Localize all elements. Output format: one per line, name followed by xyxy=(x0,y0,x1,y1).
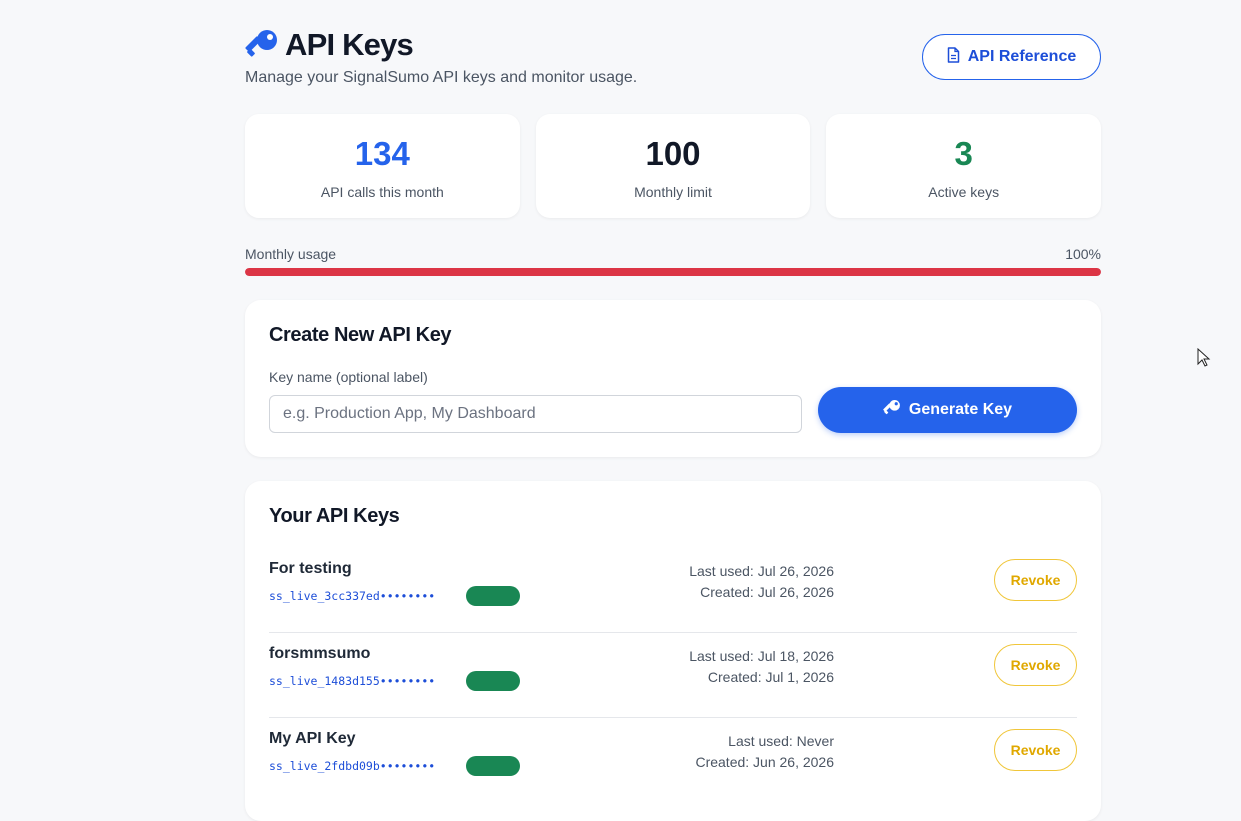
key-name-label: Key name (optional label) xyxy=(269,369,428,385)
key-name: For testing xyxy=(269,560,352,577)
create-key-card: Create New API Key Key name (optional la… xyxy=(245,300,1101,457)
key-meta: Last used: Jul 26, 2026 Created: Jul 26,… xyxy=(689,561,834,603)
key-name: My API Key xyxy=(269,730,356,747)
key-icon xyxy=(883,399,901,422)
usage-progress-fill xyxy=(245,268,1101,276)
key-icon xyxy=(245,28,279,62)
document-icon xyxy=(947,46,960,68)
key-row: For testing ss_live_3cc337ed•••••••• Las… xyxy=(269,548,1077,633)
stat-value: 100 xyxy=(645,134,701,172)
revoke-button[interactable]: Revoke xyxy=(994,559,1077,601)
mouse-cursor-icon xyxy=(1197,347,1211,373)
status-badge xyxy=(466,756,520,776)
stat-card-active-keys: 3 Active keys xyxy=(826,114,1102,218)
status-badge xyxy=(466,671,520,691)
usage-label: Monthly usage xyxy=(245,246,337,262)
last-used-text: Last used: Jul 18, 2026 xyxy=(689,648,834,664)
generate-key-label: Generate Key xyxy=(908,401,1013,418)
stats-row: 134 API calls this month 100 Monthly lim… xyxy=(245,114,1102,218)
page-title: API Keys xyxy=(285,27,414,62)
revoke-button[interactable]: Revoke xyxy=(994,729,1077,771)
last-used-text: Last used: Never xyxy=(728,733,834,749)
key-prefix: ss_live_1483d155•••••••• xyxy=(269,674,436,688)
key-row: My API Key ss_live_2fdbd09b•••••••• Last… xyxy=(269,718,1077,803)
api-reference-label: API Reference xyxy=(967,48,1077,65)
api-reference-button[interactable]: API Reference xyxy=(922,34,1101,80)
key-meta: Last used: Jul 18, 2026 Created: Jul 1, … xyxy=(689,646,834,688)
api-keys-card: Your API Keys For testing ss_live_3cc337… xyxy=(245,481,1101,821)
usage-labels: Monthly usage 100% xyxy=(245,246,1101,262)
key-prefix: ss_live_3cc337ed•••••••• xyxy=(269,589,436,603)
create-key-title: Create New API Key xyxy=(269,324,452,346)
page-header: API Keys Manage your SignalSumo API keys… xyxy=(245,26,1101,96)
status-badge xyxy=(466,586,520,606)
key-row: forsmmsumo ss_live_1483d155•••••••• Last… xyxy=(269,633,1077,718)
last-used-text: Last used: Jul 26, 2026 xyxy=(689,563,834,579)
usage-percent: 100% xyxy=(1065,246,1101,262)
created-text: Created: Jul 26, 2026 xyxy=(700,584,834,600)
generate-key-button[interactable]: Generate Key xyxy=(818,387,1077,433)
stat-value: 3 xyxy=(954,134,973,172)
key-meta: Last used: Never Created: Jun 26, 2026 xyxy=(695,731,834,773)
monthly-usage: Monthly usage 100% xyxy=(245,246,1101,276)
api-keys-title: Your API Keys xyxy=(269,505,400,527)
stat-card-monthly-limit: 100 Monthly limit xyxy=(535,114,811,218)
key-name: forsmmsumo xyxy=(269,645,371,662)
stat-label: Monthly limit xyxy=(634,183,712,200)
key-name-input[interactable] xyxy=(269,395,802,433)
usage-progress-bar xyxy=(245,268,1101,276)
stat-value: 134 xyxy=(354,134,410,172)
stat-card-api-calls: 134 API calls this month xyxy=(245,114,520,218)
revoke-button[interactable]: Revoke xyxy=(994,644,1077,686)
key-prefix: ss_live_2fdbd09b•••••••• xyxy=(269,759,436,773)
stat-label: API calls this month xyxy=(320,183,444,200)
page-subtitle: Manage your SignalSumo API keys and moni… xyxy=(245,69,638,86)
stat-label: Active keys xyxy=(928,183,1000,200)
created-text: Created: Jun 26, 2026 xyxy=(695,754,834,770)
created-text: Created: Jul 1, 2026 xyxy=(707,669,834,685)
